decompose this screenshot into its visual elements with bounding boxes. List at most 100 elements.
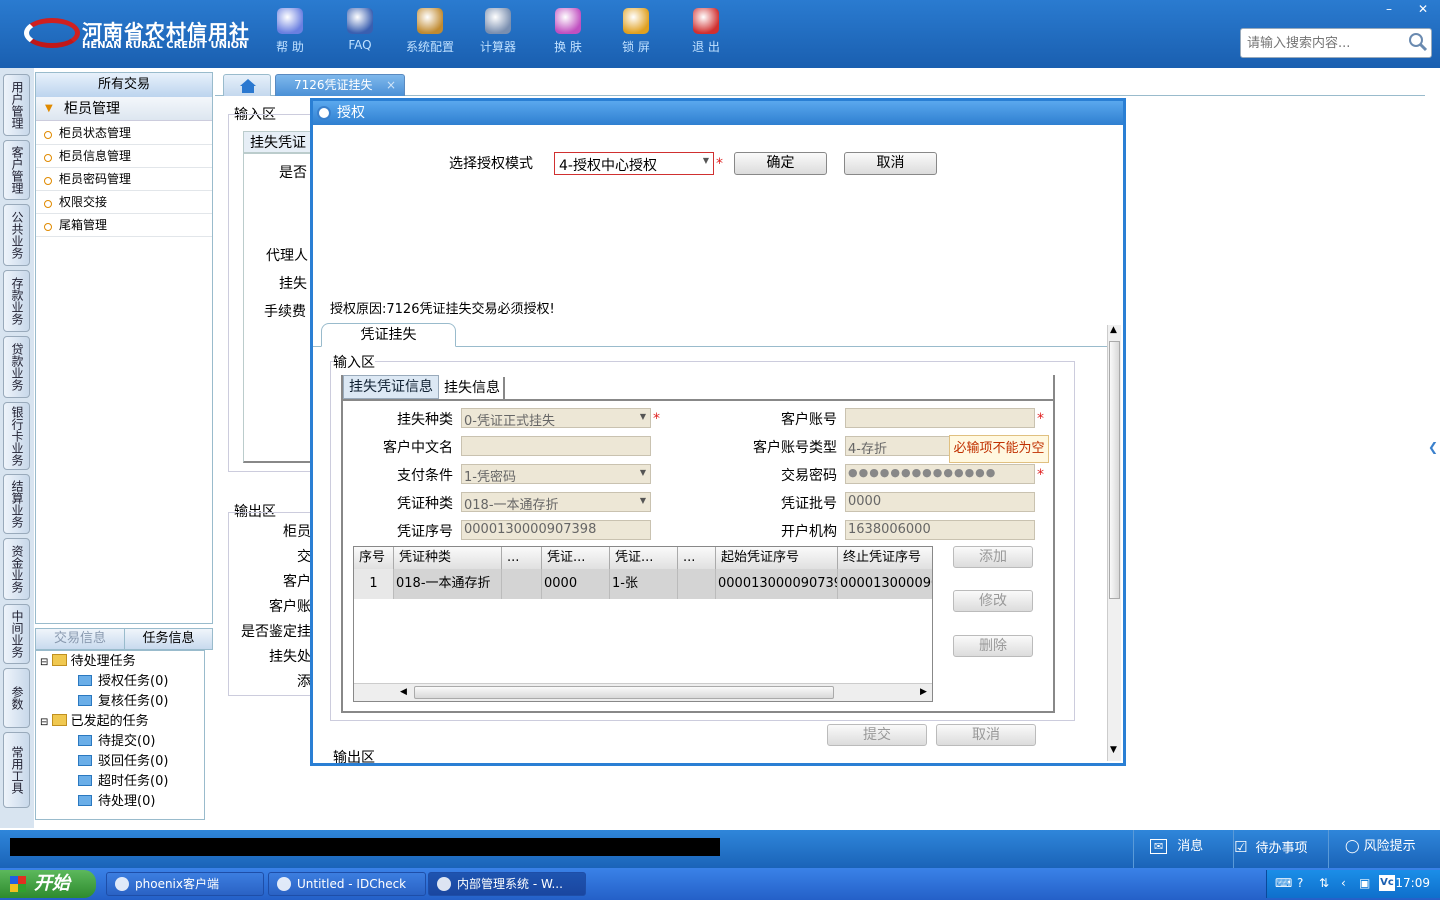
cancel-button[interactable]: 取消	[844, 152, 937, 175]
dialog-title[interactable]: 授权	[313, 101, 1123, 125]
modify-button[interactable]: 修改	[953, 590, 1033, 612]
delete-button[interactable]: 删除	[953, 635, 1033, 657]
toolbar-button-2[interactable]: 系统配置	[400, 8, 460, 55]
horizontal-scrollbar[interactable]: ◀ ▶	[354, 683, 932, 701]
left-tab-0[interactable]: 用户管理	[3, 74, 30, 136]
left-tab-1[interactable]: 客户管理	[3, 140, 30, 200]
grid-header[interactable]: 序号	[354, 547, 394, 569]
scroll-right-icon[interactable]: ▶	[920, 687, 927, 697]
toolbar-button-4[interactable]: 换 肤	[538, 8, 598, 55]
field-input[interactable]	[461, 436, 651, 456]
taskbar-item-0[interactable]: phoenix客户端	[106, 872, 264, 896]
search-icon[interactable]	[1408, 32, 1428, 52]
risk-alert-button[interactable]: ◯ 风险提示	[1328, 830, 1440, 868]
tree-leaf[interactable]: 待处理(0)	[78, 792, 155, 812]
tree-leaf[interactable]: 复核任务(0)	[78, 692, 168, 712]
vscroll-thumb[interactable]	[1109, 341, 1120, 599]
field-input[interactable]: 018-一本通存折	[461, 492, 651, 512]
auth-mode-label: 选择授权模式	[449, 156, 533, 172]
help-tray-icon[interactable]: ?	[1297, 876, 1303, 890]
tree-leaf[interactable]: 授权任务(0)	[78, 672, 168, 692]
left-tab-4[interactable]: 贷款业务	[3, 336, 30, 398]
grid-header[interactable]: ...	[678, 547, 716, 569]
field-input[interactable]: 0000130000907398	[461, 520, 651, 540]
tab-voucher-loss[interactable]: 凭证挂失	[321, 323, 456, 347]
grid-header[interactable]: 凭证...	[542, 547, 610, 569]
taskbar-item-1[interactable]: Untitled - IDCheck	[268, 872, 426, 896]
left-tab-3[interactable]: 存款业务	[3, 270, 30, 332]
field-label: 交易密码	[781, 468, 837, 484]
collapse-arrow-icon[interactable]: ❮	[1428, 440, 1438, 454]
tab-7126-voucher-loss[interactable]: 7126凭证挂失 ×	[275, 74, 405, 96]
scroll-up-icon[interactable]: ▲	[1110, 325, 1117, 335]
tab-task-info[interactable]: 任务信息	[124, 629, 212, 649]
monitor-icon[interactable]: ▣	[1359, 876, 1370, 890]
tree-leaf[interactable]: 待提交(0)	[78, 732, 155, 752]
tab-loss-voucher-info[interactable]: 挂失凭证信息	[343, 375, 439, 399]
sidebar-item-1[interactable]: 柜员信息管理	[36, 145, 212, 168]
tree-leaf[interactable]: 驳回任务(0)	[78, 752, 168, 772]
cancel-submit-button[interactable]: 取消	[936, 724, 1036, 746]
faq-icon	[347, 8, 373, 34]
taskbar-item-2[interactable]: 内部管理系统 - W...	[428, 872, 586, 896]
submit-button[interactable]: 提交	[827, 724, 927, 746]
field-input[interactable]: 1-凭密码	[461, 464, 651, 484]
field-label: 开户机构	[781, 524, 837, 540]
left-tab-10[interactable]: 常用工具	[3, 732, 30, 808]
left-tab-8[interactable]: 中间业务	[3, 604, 30, 664]
keyboard-icon[interactable]: ⌨	[1275, 876, 1292, 890]
toolbar-button-1[interactable]: FAQ	[330, 8, 390, 52]
grid-header[interactable]: 凭证...	[610, 547, 678, 569]
tab-close-icon[interactable]: ×	[386, 75, 396, 95]
tab-transaction-info[interactable]: 交易信息	[36, 629, 124, 649]
toolbar-button-0[interactable]: 帮 助	[260, 8, 320, 55]
grid-header[interactable]: 终止凭证序号	[838, 547, 932, 569]
sidebar-header[interactable]: 所有交易	[36, 73, 212, 97]
network-icon[interactable]: ⇅	[1319, 876, 1329, 890]
toolbar-button-5[interactable]: 锁 屏	[606, 8, 666, 55]
sidebar-item-2[interactable]: 柜员密码管理	[36, 168, 212, 191]
bg-input-tab[interactable]: 挂失凭证	[243, 131, 319, 153]
field-input[interactable]: 0-凭证正式挂失	[461, 408, 651, 428]
toolbar-button-3[interactable]: 计算器	[468, 8, 528, 55]
scroll-left-icon[interactable]: ◀	[400, 687, 407, 697]
tab-home[interactable]	[223, 74, 271, 96]
left-tab-6[interactable]: 结算业务	[3, 474, 30, 534]
search-input[interactable]	[1240, 28, 1432, 58]
toolbar-button-6[interactable]: 退 出	[676, 8, 736, 55]
field-input[interactable]: 1638006000	[845, 520, 1035, 540]
back-tray-icon[interactable]: ‹	[1341, 876, 1346, 890]
sidebar-group-teller-mgmt[interactable]: ▼ 柜员管理	[36, 97, 212, 121]
field-input[interactable]: 0000	[845, 492, 1035, 512]
config-icon	[417, 8, 443, 34]
tree-node-initiated[interactable]: ⊟ 已发起的任务	[40, 712, 149, 733]
todo-button[interactable]: ☑ 待办事项	[1233, 830, 1328, 868]
tree-leaf[interactable]: 超时任务(0)	[78, 772, 168, 792]
add-button[interactable]: 添加	[953, 546, 1033, 568]
messages-button[interactable]: ✉ 消息	[1133, 830, 1233, 868]
sidebar-item-3[interactable]: 权限交接	[36, 191, 212, 214]
sidebar-item-4[interactable]: 尾箱管理	[36, 214, 212, 237]
grid-header[interactable]: ...	[502, 547, 542, 569]
confirm-button[interactable]: 确定	[734, 152, 827, 175]
grid-header[interactable]: 凭证种类	[394, 547, 502, 569]
auth-mode-select[interactable]: 4-授权中心授权	[554, 152, 714, 175]
bg-output-label: 柜员	[283, 524, 311, 540]
scroll-down-icon[interactable]: ▼	[1110, 745, 1117, 755]
scroll-thumb[interactable]	[414, 686, 834, 699]
vertical-scrollbar[interactable]: ▲ ▼	[1107, 325, 1121, 761]
left-tab-7[interactable]: 资金业务	[3, 538, 30, 600]
vc-icon[interactable]: Vc	[1379, 875, 1395, 891]
left-tab-2[interactable]: 公共业务	[3, 204, 30, 266]
field-input[interactable]	[845, 408, 1035, 428]
tree-node-pending[interactable]: ⊟ 待处理任务	[40, 652, 136, 673]
minimize-button[interactable]: –	[1372, 0, 1406, 18]
tab-loss-info[interactable]: 挂失信息	[441, 377, 505, 399]
left-tab-5[interactable]: 银行卡业务	[3, 402, 30, 470]
left-tab-9[interactable]: 参数	[3, 668, 30, 728]
sidebar-item-0[interactable]: 柜员状态管理	[36, 122, 212, 145]
start-button[interactable]: 开始	[0, 870, 96, 898]
grid-header[interactable]: 起始凭证序号	[716, 547, 838, 569]
field-input[interactable]: ●●●●●●●●●●●●●●	[845, 464, 1035, 484]
close-window-button[interactable]: ✕	[1406, 0, 1440, 18]
